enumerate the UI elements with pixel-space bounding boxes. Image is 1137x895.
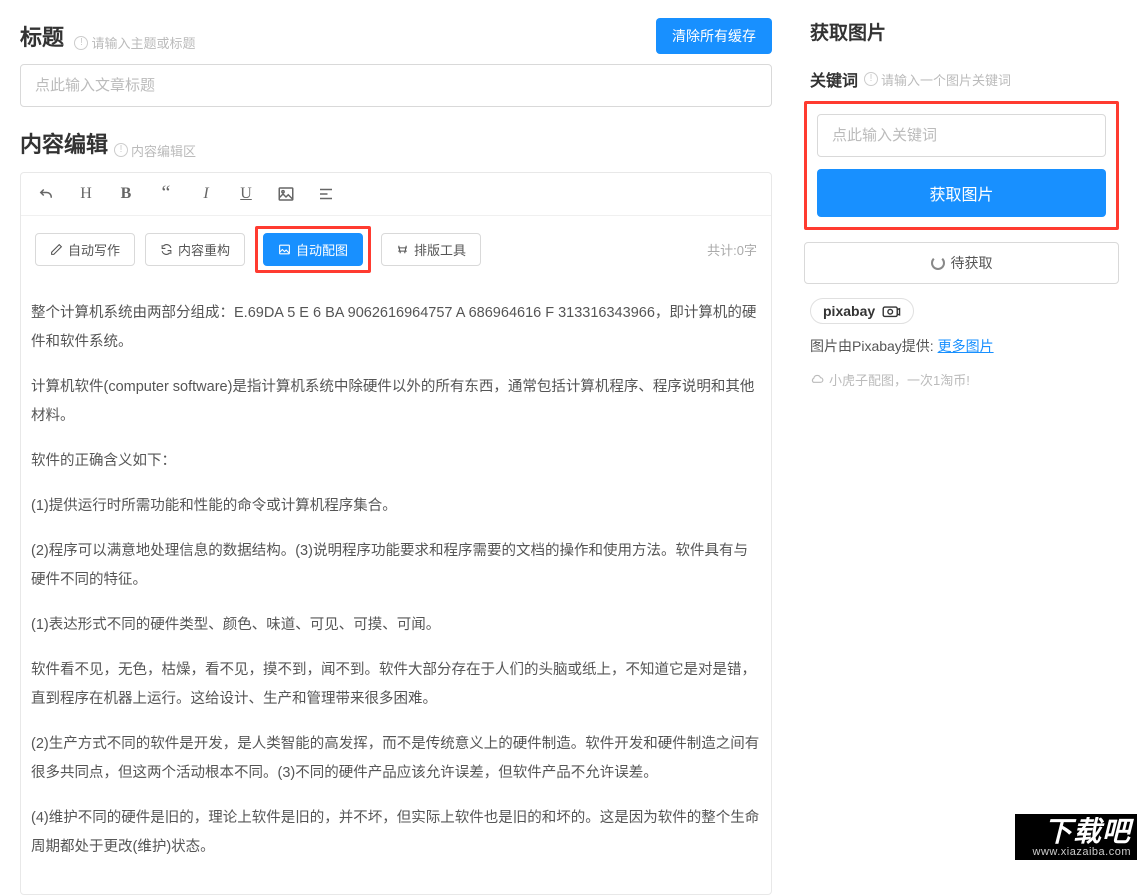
paragraph: (2)生产方式不同的软件是开发，是人类智能的高发挥，而不是传统意义上的硬件制造。… [31, 730, 761, 788]
paragraph: 整个计算机系统由两部分组成：E.69DA 5 E 6 BA 9062616964… [31, 299, 761, 357]
watermark-url: www.xiazaiba.com [1033, 846, 1131, 858]
watermark-text: 下载吧 [1033, 818, 1131, 846]
footer-note: 小虎子配图，一次1淘币! [810, 370, 1119, 389]
layout-icon [396, 243, 409, 256]
camera-icon [881, 304, 901, 318]
paragraph: (1)表达形式不同的硬件类型、颜色、味道、可见、可摸、可闻。 [31, 611, 761, 640]
info-icon: ! [864, 72, 878, 86]
more-images-link[interactable]: 更多图片 [938, 338, 994, 354]
pencil-icon [50, 243, 63, 256]
pending-status-button[interactable]: 待获取 [804, 242, 1119, 284]
info-icon: ! [114, 143, 128, 157]
article-title-input[interactable] [20, 64, 772, 107]
refresh-icon [160, 243, 173, 256]
paragraph: 软件的正确含义如下： [31, 447, 761, 476]
keyword-label: 关键词 [810, 67, 858, 91]
image-sidebar: 获取图片 关键词 ! 请输入一个图片关键词 获取图片 待获取 pixabay 图… [792, 0, 1137, 860]
italic-icon[interactable]: I [195, 183, 217, 205]
keyword-input[interactable] [817, 114, 1106, 157]
highlight-auto-image: 自动配图 [255, 226, 371, 273]
pixabay-badge: pixabay [810, 298, 914, 324]
word-count: 共计:0字 [707, 240, 757, 259]
auto-write-button[interactable]: 自动写作 [35, 233, 135, 266]
paragraph: 软件看不见，无色，枯燥，看不见，摸不到，闻不到。软件大部分存在于人们的头脑或纸上… [31, 656, 761, 714]
title-label: 标题 [20, 25, 64, 50]
clear-cache-button[interactable]: 清除所有缓存 [656, 18, 772, 54]
restructure-button[interactable]: 内容重构 [145, 233, 245, 266]
title-hint: ! 请输入主题或标题 [74, 33, 195, 52]
undo-icon[interactable] [35, 183, 57, 205]
picture-icon [278, 243, 291, 256]
content-hint: ! 内容编辑区 [114, 141, 196, 160]
editor-content[interactable]: 整个计算机系统由两部分组成：E.69DA 5 E 6 BA 9062616964… [21, 283, 771, 894]
paragraph: (4)维护不同的硬件是旧的，理论上软件是旧的，并不坏，但实际上软件也是旧的和坏的… [31, 804, 761, 862]
align-left-icon[interactable] [315, 183, 337, 205]
content-label: 内容编辑 [20, 127, 108, 159]
keyword-header: 关键词 ! 请输入一个图片关键词 [810, 67, 1119, 91]
underline-icon[interactable]: U [235, 183, 257, 205]
quote-icon[interactable]: “ [155, 183, 177, 205]
image-credit: 图片由Pixabay提供: 更多图片 [810, 336, 1119, 356]
layout-tool-button[interactable]: 排版工具 [381, 233, 481, 266]
bold-icon[interactable]: B [115, 183, 137, 205]
content-section-header: 内容编辑 ! 内容编辑区 [20, 127, 772, 160]
title-section-header: 标题 ! 请输入主题或标题 清除所有缓存 [20, 18, 772, 54]
paragraph: 计算机软件(computer software)是指计算机系统中除硬件以外的所有… [31, 373, 761, 431]
heading-icon[interactable]: H [75, 183, 97, 205]
keyword-hint: ! 请输入一个图片关键词 [864, 70, 1011, 89]
image-icon[interactable] [275, 183, 297, 205]
paragraph: (1)提供运行时所需功能和性能的命令或计算机程序集合。 [31, 492, 761, 521]
cloud-icon [810, 373, 824, 387]
action-toolbar: 自动写作 内容重构 自动配图 排版工具 共计:0字 [21, 216, 771, 283]
editor-toolbar-container: H B “ I U 自动写作 内容重构 自 [20, 172, 772, 895]
auto-image-button[interactable]: 自动配图 [263, 233, 363, 266]
sidebar-title: 获取图片 [810, 18, 1119, 45]
watermark: 下载吧 www.xiazaiba.com [1015, 814, 1137, 860]
main-editor-panel: 标题 ! 请输入主题或标题 清除所有缓存 内容编辑 ! 内容编辑区 H B “ … [0, 0, 792, 860]
highlight-keyword-box: 获取图片 [804, 101, 1119, 230]
paragraph: (2)程序可以满意地处理信息的数据结构。(3)说明程序功能要求和程序需要的文档的… [31, 537, 761, 595]
spinner-icon [931, 256, 945, 270]
format-toolbar: H B “ I U [21, 173, 771, 216]
fetch-image-button[interactable]: 获取图片 [817, 169, 1106, 217]
info-icon: ! [74, 36, 88, 50]
